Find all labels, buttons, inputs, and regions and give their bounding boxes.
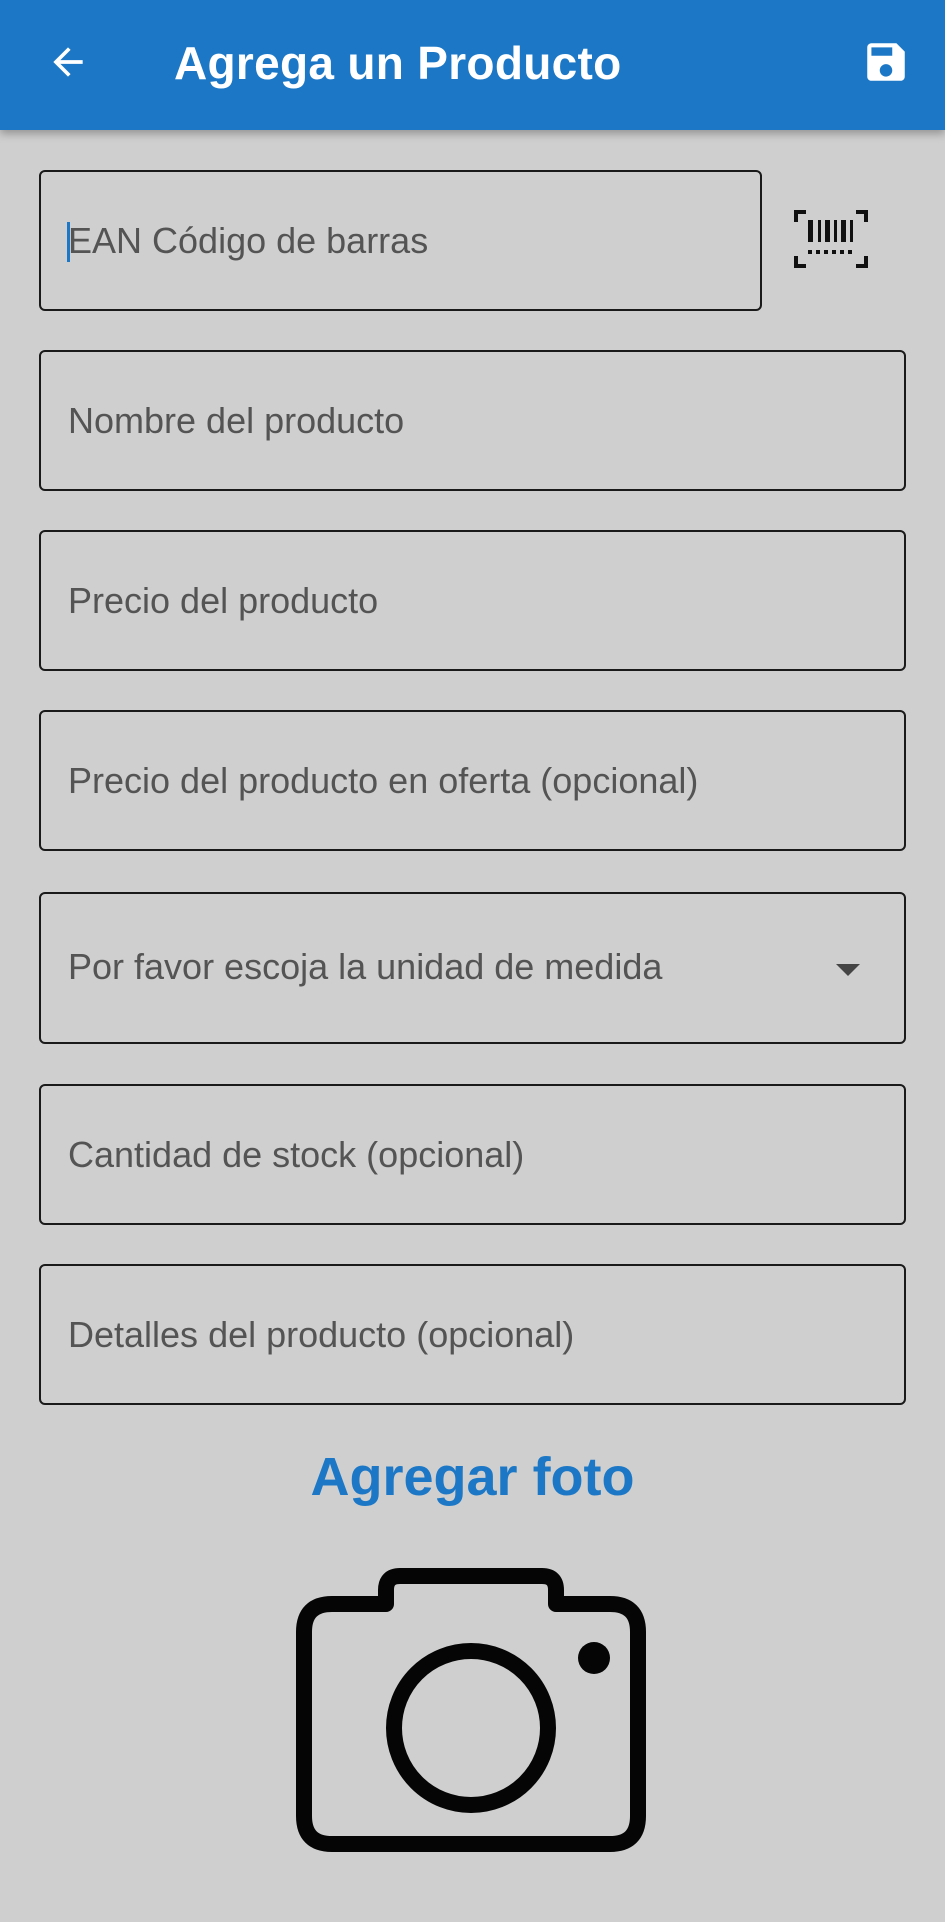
ean-field[interactable] (39, 170, 762, 311)
product-name-field[interactable] (39, 350, 906, 491)
camera-button[interactable] (290, 1568, 652, 1854)
unit-select-label: Por favor escoja la unidad de medida (68, 946, 663, 987)
details-field[interactable] (39, 1264, 906, 1405)
page-title: Agrega un Producto (174, 37, 622, 89)
product-price-field[interactable] (39, 530, 906, 671)
stock-field[interactable] (39, 1084, 906, 1225)
unit-select[interactable]: Por favor escoja la unidad de medida (39, 892, 906, 1044)
offer-price-field[interactable] (39, 710, 906, 851)
back-button[interactable] (38, 32, 98, 92)
floppy-disk-icon (867, 43, 905, 81)
app-bar: Agrega un Producto (0, 0, 945, 130)
barcode-scan-icon (794, 210, 868, 268)
add-photo-button[interactable]: Agregar foto (0, 1446, 945, 1508)
arrow-left-icon (53, 47, 83, 77)
text-caret (67, 222, 70, 262)
product-price-input[interactable] (41, 532, 904, 669)
product-name-input[interactable] (41, 352, 904, 489)
save-button[interactable] (856, 32, 916, 92)
dropdown-arrow-icon (836, 964, 860, 976)
details-input[interactable] (41, 1266, 904, 1403)
stock-input[interactable] (41, 1086, 904, 1223)
camera-icon (296, 1568, 646, 1852)
barcode-scan-button[interactable] (794, 210, 868, 268)
offer-price-input[interactable] (41, 712, 904, 849)
ean-input[interactable] (41, 172, 760, 309)
